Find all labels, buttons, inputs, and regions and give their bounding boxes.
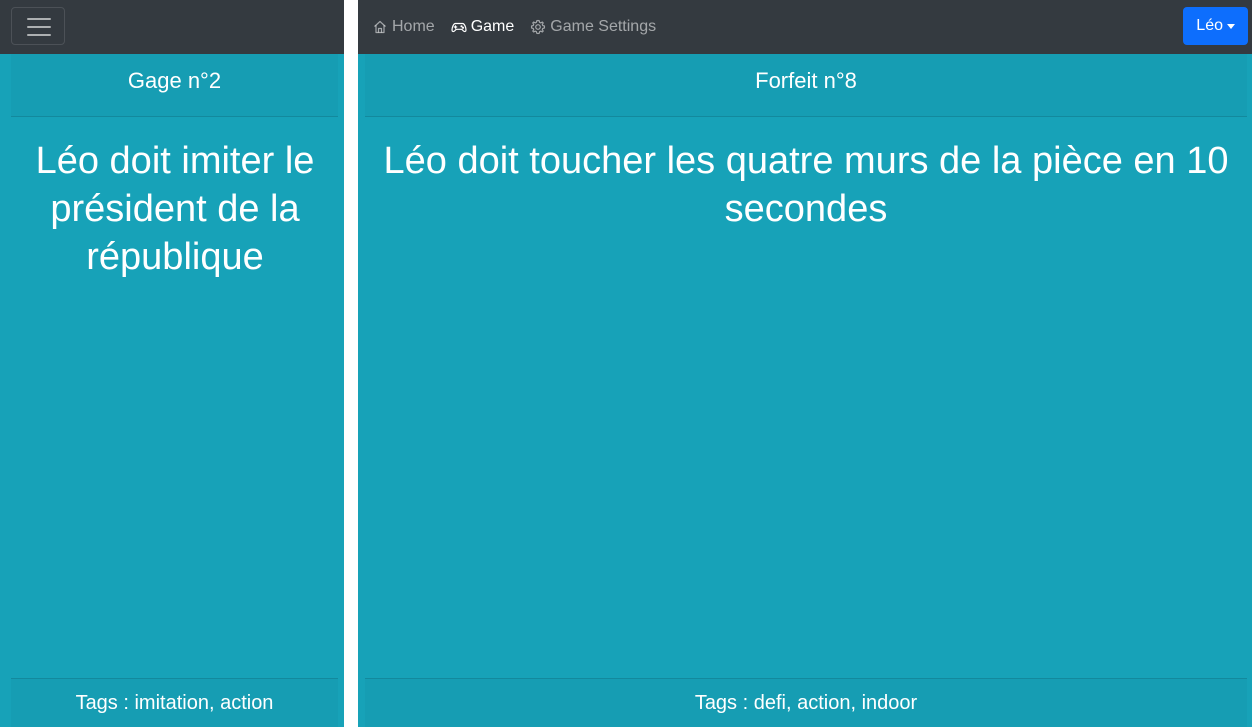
hamburger-menu-icon [27, 34, 51, 36]
nav-home-link[interactable]: Home [372, 18, 435, 36]
nav-game-link[interactable]: Game [451, 18, 515, 36]
nav-game-label: Game [470, 18, 515, 35]
card-header: Gage n°2 [11, 54, 338, 117]
gear-icon [530, 19, 546, 35]
navbar: Home Game Game Settings Léo [358, 0, 1252, 54]
navbar-toggler-button[interactable] [11, 7, 65, 45]
navbar [0, 0, 344, 54]
house-icon [372, 19, 388, 35]
card-tags: Tags : imitation, action [11, 678, 338, 727]
nav-settings-label: Game Settings [550, 18, 657, 35]
hamburger-menu-icon [27, 18, 51, 20]
gamepad-icon [451, 19, 467, 35]
nav-home-label: Home [392, 18, 435, 35]
mobile-view-panel: Gage n°2 Léo doit imiter le président de… [0, 0, 344, 727]
card-text: Léo doit imiter le président de la répub… [35, 140, 315, 278]
card-tags: Tags : defi, action, indoor [365, 678, 1247, 727]
caret-down-icon [1227, 24, 1235, 29]
hamburger-menu-icon [27, 26, 51, 28]
user-dropdown-button[interactable]: Léo [1183, 7, 1248, 45]
nav-links: Home Game Game Settings [372, 0, 656, 54]
card-text: Léo doit toucher les quatre murs de la p… [383, 140, 1229, 230]
desktop-view-panel: Home Game Game Settings Léo Forfeit n°8 … [358, 0, 1252, 727]
user-name-label: Léo [1196, 17, 1223, 34]
nav-settings-link[interactable]: Game Settings [530, 18, 656, 36]
card-header: Forfeit n°8 [365, 54, 1247, 117]
